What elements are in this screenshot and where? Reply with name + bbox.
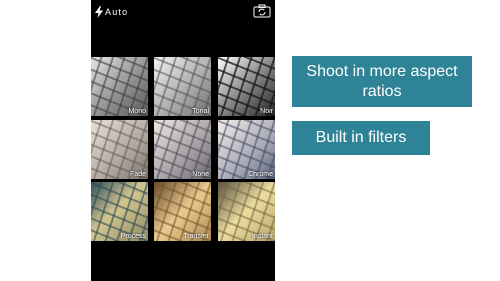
filter-label: Tonal: [192, 108, 209, 115]
filters-callout-text: Built in filters: [315, 129, 407, 146]
aspect-ratios-callout-text: Shoot in more aspect ratios: [306, 62, 458, 100]
filter-tile-transfer[interactable]: Transfer: [154, 182, 211, 241]
camera-screen: Auto Mono Tonal Noir Fade None Chrome Pr…: [91, 0, 275, 281]
filter-tile-none[interactable]: None: [154, 120, 211, 179]
filter-tile-chrome[interactable]: Chrome: [218, 120, 275, 179]
filter-label: None: [192, 171, 209, 178]
filter-tile-mono[interactable]: Mono: [91, 57, 148, 116]
aspect-ratios-callout: Shoot in more aspect ratios: [292, 56, 472, 107]
filter-grid: Mono Tonal Noir Fade None Chrome Process…: [91, 57, 275, 241]
filters-callout: Built in filters: [292, 121, 430, 155]
flash-mode-label: Auto: [105, 7, 129, 17]
filter-tile-tonal[interactable]: Tonal: [154, 57, 211, 116]
filter-tile-process[interactable]: Process: [91, 182, 148, 241]
filter-label: Chrome: [248, 171, 273, 178]
filter-label: Fade: [130, 171, 146, 178]
camera-flip-icon[interactable]: [253, 4, 271, 18]
flash-toggle[interactable]: Auto: [95, 5, 129, 19]
filter-label: Noir: [260, 108, 273, 115]
filter-label: Transfer: [183, 233, 209, 240]
filter-tile-noir[interactable]: Noir: [218, 57, 275, 116]
camera-top-bar: Auto: [91, 0, 275, 24]
lightning-bolt-icon: [95, 6, 103, 18]
filter-label: Mono: [128, 108, 146, 115]
filter-label: Instant: [251, 233, 273, 240]
filter-tile-fade[interactable]: Fade: [91, 120, 148, 179]
filter-label: Process: [120, 233, 146, 240]
filter-tile-instant[interactable]: Instant: [218, 182, 275, 241]
